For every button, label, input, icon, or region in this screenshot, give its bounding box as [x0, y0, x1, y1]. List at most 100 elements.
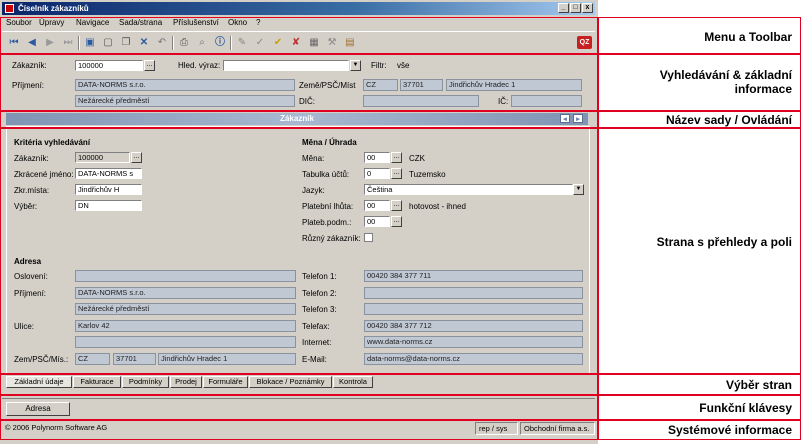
payment-cond-field[interactable]: 00 — [364, 216, 390, 227]
currency-lookup[interactable]: ... — [391, 152, 402, 163]
maximize-button[interactable]: □ — [570, 3, 581, 13]
language-select[interactable]: Čeština — [364, 184, 573, 195]
calc-icon[interactable]: ▦ — [308, 37, 320, 49]
annotation-menu: Menu a Toolbar — [598, 17, 801, 54]
annotation-page: Strana s přehledy a poli — [598, 128, 801, 374]
address-city-field[interactable]: Jindřichův Hradec 1 — [158, 353, 296, 365]
email-field[interactable]: data-norms@data-norms.cz — [364, 353, 583, 365]
last-icon[interactable]: ⏭ — [62, 37, 74, 49]
currency-text: CZK — [409, 154, 425, 163]
search-expression-input[interactable] — [223, 60, 349, 71]
menu-soubor[interactable]: Soubor — [6, 18, 32, 27]
phone3-field[interactable] — [364, 303, 583, 315]
language-dropdown-icon[interactable]: ▼ — [573, 184, 584, 195]
contact-label: Telefax: — [302, 322, 330, 331]
save-icon[interactable]: ▣ — [84, 37, 96, 49]
next-icon[interactable]: ▶ — [44, 37, 56, 49]
criteria-customer-field[interactable]: 100000 — [75, 152, 130, 163]
place-abbrev-field[interactable]: Jindřichův H — [75, 184, 142, 195]
ulice-label: Ulice: — [14, 322, 35, 331]
print-icon[interactable]: ⎙ — [178, 37, 190, 49]
module-badge[interactable]: QZ — [577, 36, 592, 49]
first-icon[interactable]: ⏮ — [8, 37, 20, 49]
function-keys-bar: Adresa — [2, 398, 595, 419]
menu-upravy[interactable]: Úpravy — [39, 18, 64, 27]
zeme-psc-label: Země/PSČ/Míst — [299, 81, 356, 90]
contact-label: E-Mail: — [302, 355, 327, 364]
annotation-text: Výběr stran — [725, 378, 792, 392]
close-button[interactable]: x — [582, 3, 593, 13]
country-display: CZ — [363, 79, 398, 91]
criteria-customer-lookup[interactable]: ... — [131, 152, 142, 163]
menu-prislusenstvi[interactable]: Příslušenství — [173, 18, 219, 27]
address-zip-field[interactable]: 37701 — [113, 353, 156, 365]
adresa-button[interactable]: Adresa — [6, 402, 70, 416]
tab-prodej[interactable]: Prodej — [170, 376, 202, 388]
address-surname-2[interactable]: Nežárecké předměstí — [75, 303, 296, 315]
street-field-2[interactable] — [75, 336, 296, 348]
phone2-field[interactable] — [364, 287, 583, 299]
fax-field[interactable]: 00420 384 377 712 — [364, 320, 583, 332]
menu-navigace[interactable]: Navigace — [76, 18, 109, 27]
annotation-fkeys: Funkční klávesy — [598, 395, 801, 420]
section-prev-icon[interactable]: ◂ — [560, 114, 570, 123]
tab-blokace[interactable]: Blokace / Poznámky — [249, 376, 332, 388]
currency-field[interactable]: 00 — [364, 152, 390, 163]
payment-term-field[interactable]: 00 — [364, 200, 390, 211]
tab-kontrola[interactable]: Kontrola — [333, 376, 373, 388]
module-icon[interactable]: ▤ — [344, 37, 356, 49]
tab-zakladni-udaje[interactable]: Základní údaje — [6, 376, 72, 388]
delete-icon[interactable]: ✕ — [138, 37, 150, 49]
tab-podminky[interactable]: Podmínky — [122, 376, 169, 388]
check2-icon[interactable]: ✔ — [272, 37, 284, 49]
minimize-button[interactable]: _ — [558, 3, 569, 13]
address-surname-1[interactable]: DATA-NORMS s.r.o. — [75, 287, 296, 299]
check3-icon[interactable]: ✘ — [290, 37, 302, 49]
section-next-icon[interactable]: ▸ — [573, 114, 583, 123]
tools-icon[interactable]: ⚒ — [326, 37, 338, 49]
section-title-bar: Zákazník ◂ ▸ — [6, 113, 588, 125]
ic-label: IČ: — [498, 97, 509, 106]
prev-icon[interactable]: ◀ — [26, 37, 38, 49]
account-table-lookup[interactable]: ... — [391, 168, 402, 179]
info-icon[interactable]: ⓘ — [214, 37, 226, 49]
edit-icon[interactable]: ✎ — [236, 37, 248, 49]
annotation-text: Strana s přehledy a poli — [656, 235, 792, 249]
search-dropdown-button[interactable]: ▼ — [350, 60, 361, 71]
undo-icon[interactable]: ↶ — [156, 37, 168, 49]
contact-label: Telefon 1: — [302, 272, 337, 281]
status-rep: rep / sys — [475, 422, 518, 435]
toolbar-separator — [78, 36, 80, 50]
misc-customer-checkbox[interactable] — [364, 233, 373, 242]
address-country-field[interactable]: CZ — [75, 353, 110, 365]
tab-fakturace[interactable]: Fakturace — [73, 376, 121, 388]
new-icon[interactable]: ▢ — [102, 37, 114, 49]
annotation-banner: Název sady / Ovládání — [598, 111, 801, 128]
phone1-field[interactable]: 00420 384 377 711 — [364, 270, 583, 282]
salutation-field[interactable] — [75, 270, 296, 282]
contact-label: Telefon 2: — [302, 289, 337, 298]
zem-label: Zem/PSČ/Mís.: — [14, 355, 69, 364]
account-table-field[interactable]: 0 — [364, 168, 390, 179]
prijmeni-label: Příjmení: — [12, 81, 45, 90]
menu-sada-strana[interactable]: Sada/strana — [119, 18, 162, 27]
short-name-field[interactable]: DATA-NORMS s — [75, 168, 142, 179]
section-title: Zákazník — [280, 114, 314, 123]
annotation-tabs: Výběr stran — [598, 374, 801, 395]
customer-number-field[interactable]: 100000 — [75, 60, 143, 71]
account-table-text: Tuzemsko — [409, 170, 446, 179]
payment-term-lookup[interactable]: ... — [391, 200, 402, 211]
check-icon[interactable]: ✓ — [254, 37, 266, 49]
tab-formulare[interactable]: Formuláře — [203, 376, 248, 388]
menu-okno[interactable]: Okno — [228, 18, 247, 27]
selection-field[interactable]: DN — [75, 200, 142, 211]
internet-field[interactable]: www.data-norms.cz — [364, 336, 583, 348]
print-preview-icon[interactable]: ⌕ — [196, 37, 208, 49]
copy-icon[interactable]: ❐ — [120, 37, 132, 49]
tabulka-label: Tabulka účtů: — [302, 170, 350, 179]
toolbar: ⏮ ◀ ▶ ⏭ ▣ ▢ ❐ ✕ ↶ ⎙ ⌕ ⓘ ✎ ✓ ✔ ✘ ▦ ⚒ ▤ QZ — [2, 31, 595, 55]
street-field-1[interactable]: Karlov 42 — [75, 320, 296, 332]
menu-help[interactable]: ? — [256, 18, 260, 27]
payment-cond-lookup[interactable]: ... — [391, 216, 402, 227]
customer-lookup-button[interactable]: ... — [144, 60, 155, 71]
